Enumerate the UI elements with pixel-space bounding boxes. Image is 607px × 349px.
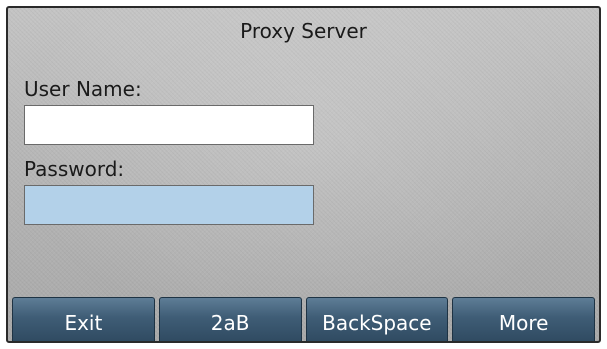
input-mode-softkey[interactable]: 2aB bbox=[158, 297, 302, 341]
softkey-bar: Exit 2aB BackSpace More bbox=[8, 297, 599, 341]
page-title: Proxy Server bbox=[240, 19, 367, 43]
password-label: Password: bbox=[24, 157, 125, 181]
password-field[interactable] bbox=[24, 185, 314, 225]
more-softkey[interactable]: More bbox=[452, 297, 595, 341]
username-label: User Name: bbox=[24, 77, 142, 101]
backspace-softkey[interactable]: BackSpace bbox=[305, 297, 449, 341]
username-field[interactable] bbox=[24, 105, 314, 145]
exit-softkey[interactable]: Exit bbox=[12, 297, 155, 341]
phone-screen: Proxy Server User Name: Password: Exit 2… bbox=[6, 6, 601, 343]
